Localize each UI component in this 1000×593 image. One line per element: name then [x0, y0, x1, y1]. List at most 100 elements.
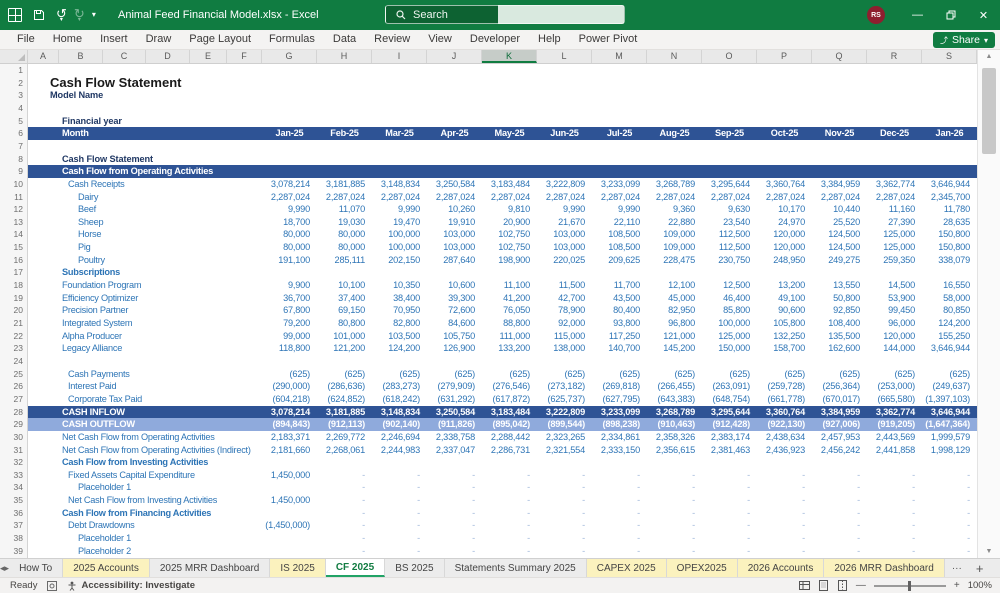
grid-cell[interactable]: - — [537, 507, 592, 520]
scroll-up-icon[interactable]: ▲ — [978, 53, 1000, 60]
grid-cell[interactable]: (625) — [372, 368, 427, 381]
zoom-level[interactable]: 100% — [968, 580, 992, 591]
grid-cell[interactable]: 2,383,174 — [702, 431, 757, 444]
avatar[interactable]: RS — [867, 6, 885, 24]
sheet-tab-opex2025[interactable]: OPEX2025 — [666, 559, 738, 577]
grid-cell[interactable]: 43,500 — [592, 292, 647, 305]
grid-cell[interactable]: 112,500 — [702, 241, 757, 254]
row-number[interactable]: 11 — [0, 191, 23, 204]
grid-cell[interactable]: - — [702, 519, 757, 532]
grid-cell[interactable]: 1,999,579 — [922, 431, 977, 444]
grid-cell[interactable]: 2,287,024 — [262, 191, 317, 204]
grid-cell[interactable]: 2,441,858 — [867, 444, 922, 457]
grid-cell[interactable]: 22,110 — [592, 216, 647, 229]
row-number[interactable]: 32 — [0, 456, 23, 469]
add-sheet-button[interactable]: + — [969, 559, 991, 577]
accessibility-status[interactable]: Accessibility: Investigate — [67, 580, 195, 591]
grid-cell[interactable]: - — [922, 532, 977, 545]
grid-cell[interactable]: 191,100 — [262, 254, 317, 267]
row-number[interactable]: 23 — [0, 342, 23, 355]
grid-cell[interactable]: (919,205) — [867, 418, 922, 431]
grid-cell[interactable]: - — [922, 494, 977, 507]
column-header-S[interactable]: S — [922, 50, 977, 63]
grid-cell[interactable]: 85,800 — [702, 304, 757, 317]
grid-cell[interactable]: 3,078,214 — [262, 406, 317, 419]
grid-cell[interactable]: (249,637) — [922, 380, 977, 393]
grid-cell[interactable]: 3,078,214 — [262, 178, 317, 191]
more-sheets-button[interactable]: ··· — [945, 559, 969, 577]
grid-cell[interactable]: 220,025 — [537, 254, 592, 267]
grid-cell[interactable]: 45,000 — [647, 292, 702, 305]
grid-cell[interactable]: 150,000 — [702, 342, 757, 355]
grid-cell[interactable]: 13,550 — [812, 279, 867, 292]
grid-cell[interactable]: - — [702, 507, 757, 520]
grid-cell[interactable]: - — [922, 545, 977, 558]
grid-cell[interactable]: 3,250,584 — [427, 178, 482, 191]
row-label[interactable]: Efficiency Optimizer — [62, 292, 138, 305]
row-label[interactable]: Cash Flow from Financing Activities — [62, 507, 211, 520]
row-number[interactable]: 31 — [0, 444, 23, 457]
grid-cell[interactable]: - — [372, 507, 427, 520]
grid-cell[interactable]: 11,070 — [317, 203, 372, 216]
grid-cell[interactable]: 13,200 — [757, 279, 812, 292]
grid-cell[interactable]: 37,400 — [317, 292, 372, 305]
grid-cell[interactable]: 3,295,644 — [702, 178, 757, 191]
grid-cell[interactable]: - — [592, 481, 647, 494]
grid-cell[interactable]: 12,500 — [702, 279, 757, 292]
grid-cell[interactable]: 1,450,000 — [262, 469, 317, 482]
share-button[interactable]: ⤴ Share ▾ — [932, 32, 995, 48]
grid-cell[interactable]: - — [867, 481, 922, 494]
row-label[interactable]: Dairy — [78, 191, 98, 204]
grid-cell[interactable]: (625) — [592, 368, 647, 381]
grid-cell[interactable]: (273,182) — [537, 380, 592, 393]
grid-cell[interactable]: - — [592, 507, 647, 520]
grid-cell[interactable]: 108,500 — [592, 228, 647, 241]
grid-cell[interactable]: - — [482, 507, 537, 520]
grid-cell[interactable]: 3,183,484 — [482, 178, 537, 191]
grid-cell[interactable]: 2,244,983 — [372, 444, 427, 457]
grid-cell[interactable]: 2,286,731 — [482, 444, 537, 457]
grid-cell[interactable]: - — [372, 494, 427, 507]
grid-cell[interactable]: 2,345,700 — [922, 191, 977, 204]
grid-cell[interactable]: Jul-25 — [592, 127, 647, 140]
row-number[interactable]: 24 — [0, 355, 23, 368]
grid-cell[interactable]: - — [647, 494, 702, 507]
grid-cell[interactable]: 132,250 — [757, 330, 812, 343]
grid-cell[interactable]: (625) — [922, 368, 977, 381]
grid-cell[interactable]: - — [812, 507, 867, 520]
grid-cell[interactable]: - — [427, 545, 482, 558]
row-number[interactable]: 13 — [0, 216, 23, 229]
grid-cell[interactable]: 140,700 — [592, 342, 647, 355]
grid-cell[interactable]: 112,500 — [702, 228, 757, 241]
grid-cell[interactable]: 80,000 — [262, 228, 317, 241]
row-label[interactable]: Fixed Assets Capital Expenditure — [68, 469, 195, 482]
grid-cell[interactable]: - — [702, 494, 757, 507]
grid-cell[interactable]: May-25 — [482, 127, 537, 140]
grid-cell[interactable]: - — [922, 507, 977, 520]
grid-cell[interactable]: 100,000 — [372, 241, 427, 254]
grid-cell[interactable]: 18,700 — [262, 216, 317, 229]
grid-cell[interactable]: 22,880 — [647, 216, 702, 229]
sheet-tab-cf-2025[interactable]: CF 2025 — [325, 559, 386, 577]
grid-cell[interactable]: 124,200 — [922, 317, 977, 330]
grid-cell[interactable]: (631,292) — [427, 393, 482, 406]
row-number[interactable]: 34 — [0, 481, 23, 494]
grid-cell[interactable]: 2,287,024 — [427, 191, 482, 204]
grid-cell[interactable]: 121,200 — [317, 342, 372, 355]
row-number[interactable]: 27 — [0, 393, 23, 406]
row-number[interactable]: 10 — [0, 178, 23, 191]
row-number[interactable]: 35 — [0, 494, 23, 507]
grid-cell[interactable]: 3,181,885 — [317, 406, 372, 419]
menu-tab-developer[interactable]: Developer — [461, 30, 529, 49]
grid-cell[interactable]: 118,800 — [262, 342, 317, 355]
grid-cell[interactable]: 82,950 — [647, 304, 702, 317]
grid-cell[interactable]: 3,646,944 — [922, 178, 977, 191]
grid-cell[interactable]: 2,246,694 — [372, 431, 427, 444]
grid-cell[interactable]: (253,000) — [867, 380, 922, 393]
grid-cell[interactable]: Feb-25 — [317, 127, 372, 140]
column-header-J[interactable]: J — [427, 50, 482, 63]
grid-cell[interactable]: - — [427, 507, 482, 520]
grid-cell[interactable]: 79,200 — [262, 317, 317, 330]
grid-cell[interactable]: 58,000 — [922, 292, 977, 305]
grid-cell[interactable]: 36,700 — [262, 292, 317, 305]
